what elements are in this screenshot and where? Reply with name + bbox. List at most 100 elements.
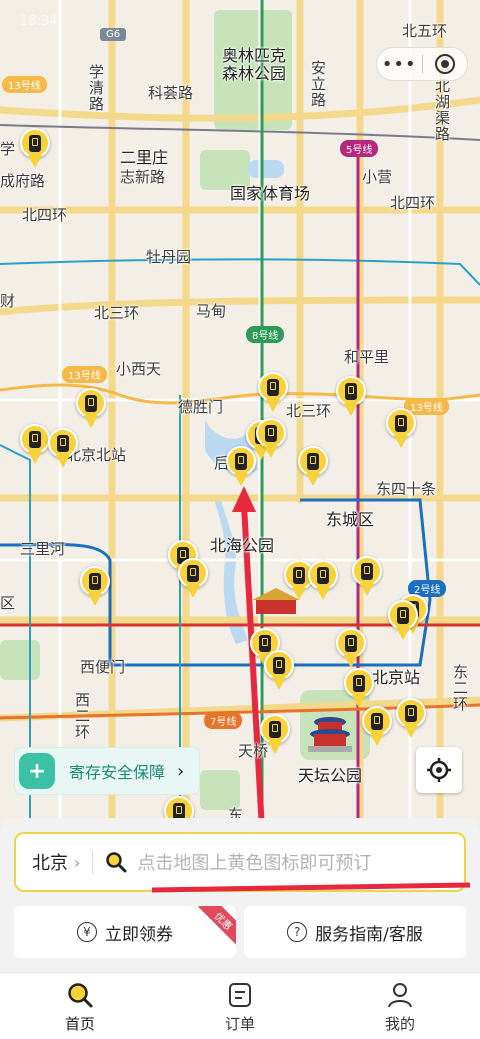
- map-label: 学: [0, 140, 16, 158]
- temple-of-heaven-landmark: [308, 717, 352, 752]
- storage-pin[interactable]: [80, 566, 110, 610]
- map-label: 天坛公园: [298, 766, 363, 785]
- locker-icon: [345, 634, 357, 652]
- map-label: 小营: [362, 168, 393, 186]
- search-icon: [68, 983, 93, 1008]
- storage-pin[interactable]: [336, 628, 366, 672]
- map-label: 二里庄: [120, 148, 169, 167]
- map-label: 志新路: [120, 168, 166, 186]
- service-guide-label: 服务指南/客服: [315, 924, 423, 945]
- map-label: 西便门: [80, 658, 126, 676]
- storage-pin[interactable]: [396, 698, 426, 742]
- tab-orders[interactable]: 订单: [160, 973, 320, 1039]
- subway-badge: 13号线: [2, 76, 47, 93]
- yen-circle-icon: ¥: [77, 922, 97, 942]
- more-dots-icon[interactable]: •••: [377, 54, 422, 75]
- map-label: 学清路: [87, 64, 105, 112]
- tab-home[interactable]: 首页: [0, 973, 160, 1039]
- get-coupon-label: 立即领券: [105, 924, 173, 945]
- chevron-right-icon: ›: [74, 852, 81, 872]
- map-label: 区: [0, 594, 16, 612]
- storage-pin[interactable]: [362, 706, 392, 750]
- locate-crosshair-icon: [427, 758, 451, 782]
- storage-pin[interactable]: [388, 600, 418, 644]
- safety-guarantee-button[interactable]: + 寄存安全保障 ›: [14, 747, 200, 795]
- map-label: 小西天: [116, 360, 162, 378]
- chevron-right-icon: ›: [177, 760, 185, 782]
- map-label: 安立路: [309, 60, 327, 108]
- locker-icon: [317, 566, 329, 584]
- map-label: 牡丹园: [146, 248, 192, 266]
- map-label: 森林公园: [222, 64, 287, 83]
- storage-pin[interactable]: [258, 372, 288, 416]
- locker-icon: [187, 564, 199, 582]
- highway-badge: G6: [100, 28, 127, 41]
- locker-icon: [57, 434, 69, 452]
- locker-icon: [273, 656, 285, 674]
- subway-badge: 13号线: [62, 366, 107, 383]
- storage-pin[interactable]: [20, 424, 50, 468]
- storage-pin[interactable]: [352, 556, 382, 600]
- map-label: 成府路: [0, 172, 46, 190]
- storage-pin[interactable]: [48, 428, 78, 472]
- user-icon: [388, 983, 412, 1008]
- map-label: 北京站: [372, 668, 421, 687]
- service-guide-button[interactable]: ? 服务指南/客服: [244, 906, 466, 958]
- map-label: 北四环: [390, 194, 436, 212]
- route-underline: [151, 882, 471, 893]
- subway-badge: 8号线: [246, 326, 285, 343]
- tab-bar: 首页 订单 我的: [0, 972, 480, 1039]
- storage-pin[interactable]: [386, 408, 416, 452]
- get-coupon-button[interactable]: ¥ 立即领券 优惠: [14, 906, 236, 958]
- discount-ribbon: 优惠: [198, 906, 236, 947]
- tab-label: 我的: [384, 1015, 415, 1033]
- map-view[interactable]: 18:34 北五环 奥林匹克 森林公园 安立路 学清路 科荟路 北湖渠路 学 二…: [0, 0, 480, 830]
- locker-icon: [405, 704, 417, 722]
- locker-icon: [397, 606, 409, 624]
- map-label: 北海公园: [210, 536, 275, 555]
- storage-pin[interactable]: [226, 446, 256, 490]
- locker-icon: [269, 720, 281, 738]
- map-label: 东城区: [326, 510, 375, 529]
- shield-plus-icon: +: [19, 753, 55, 789]
- storage-pin[interactable]: [260, 714, 290, 758]
- status-time: 18:34: [20, 14, 58, 29]
- locker-icon: [345, 382, 357, 400]
- locker-icon: [265, 424, 277, 442]
- target-circle-icon[interactable]: [423, 53, 468, 75]
- locker-icon: [395, 414, 407, 432]
- safety-guarantee-label: 寄存安全保障: [69, 763, 166, 782]
- map-label: 北四环: [22, 206, 68, 224]
- locker-icon: [371, 712, 383, 730]
- locker-icon: [85, 394, 97, 412]
- subway-badge: 7号线: [204, 712, 243, 729]
- map-label: 北五环: [402, 22, 448, 40]
- locker-icon: [259, 634, 271, 652]
- locker-icon: [29, 134, 41, 152]
- order-list-icon: [229, 983, 251, 1007]
- storage-pin[interactable]: [336, 376, 366, 420]
- storage-pin[interactable]: [298, 446, 328, 490]
- locker-icon: [89, 572, 101, 590]
- locker-icon: [353, 674, 365, 692]
- storage-pin[interactable]: [256, 418, 286, 462]
- locker-icon: [361, 562, 373, 580]
- map-label: 北三环: [286, 402, 332, 420]
- storage-pin[interactable]: [308, 560, 338, 604]
- subway-badge: 5号线: [340, 140, 379, 157]
- locate-button[interactable]: [416, 747, 462, 793]
- map-label: 北三环: [94, 304, 140, 322]
- mini-program-capsule: •••: [376, 47, 468, 81]
- map-label: 东四十条: [376, 480, 437, 498]
- map-label: 财: [0, 292, 16, 310]
- locker-icon: [307, 452, 319, 470]
- storage-pin[interactable]: [20, 128, 50, 172]
- map-label: 北湖渠路: [433, 78, 451, 142]
- locker-icon: [29, 430, 41, 448]
- locker-icon: [173, 802, 185, 820]
- storage-pin[interactable]: [76, 388, 106, 432]
- storage-pin[interactable]: [264, 650, 294, 694]
- tab-profile[interactable]: 我的: [320, 973, 480, 1039]
- storage-pin[interactable]: [178, 558, 208, 602]
- map-label: 德胜门: [178, 398, 224, 416]
